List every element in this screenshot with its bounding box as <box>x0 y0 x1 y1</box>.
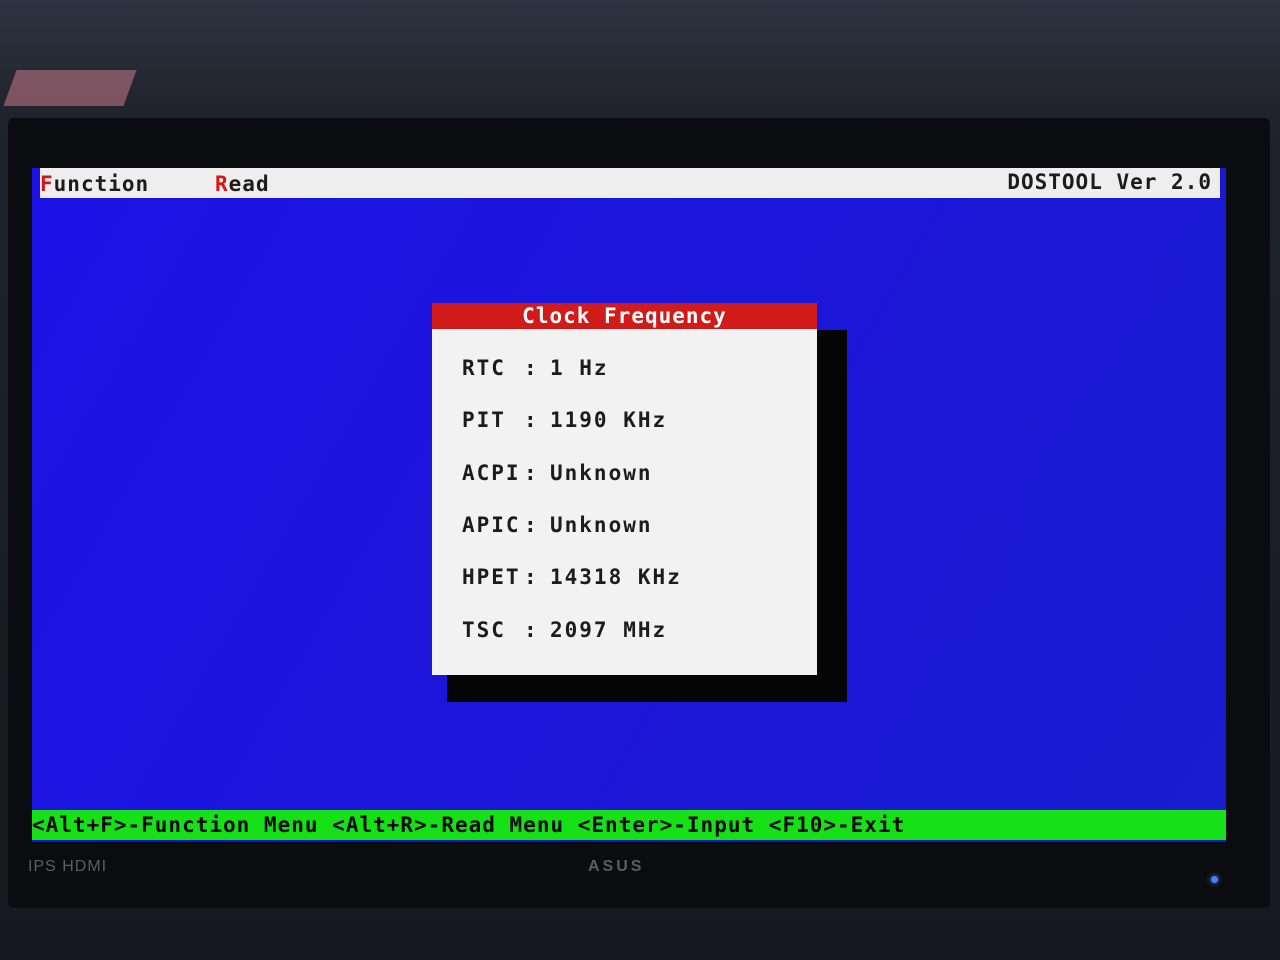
freq-row-pit: PIT:1190 KHz <box>462 408 667 432</box>
status-input[interactable]: <Enter>-Input <box>578 813 755 837</box>
status-read-menu[interactable]: <Alt+R>-Read Menu <box>332 813 564 837</box>
freq-value: Unknown <box>550 461 653 485</box>
freq-label: APIC <box>462 513 521 537</box>
freq-value: 14318 KHz <box>550 565 682 589</box>
ceiling-light <box>3 70 137 106</box>
freq-label: ACPI <box>462 461 521 485</box>
freq-label: RTC <box>462 356 506 380</box>
freq-row-acpi: ACPI: Unknown <box>462 461 653 485</box>
app-title: DOSTOOL Ver 2.0 <box>1007 170 1212 194</box>
freq-label: HPET <box>462 565 521 589</box>
freq-label: TSC <box>462 618 506 642</box>
menu-read-hotkey: R <box>215 172 229 196</box>
freq-value: 2097 MHz <box>550 618 668 642</box>
monitor-brand-logo: ASUS <box>588 858 645 875</box>
freq-value: 1190 KHz <box>550 408 668 432</box>
menu-function-hotkey: F <box>40 172 54 196</box>
bezel-ips-hdmi-label: IPS HDMI <box>28 858 108 875</box>
menu-function[interactable]: Function <box>40 172 149 196</box>
status-function-menu[interactable]: <Alt+F>-Function Menu <box>32 813 319 837</box>
freq-separator: : <box>524 513 539 537</box>
freq-row-rtc: RTC:1 Hz <box>462 356 609 380</box>
dialog-title: Clock Frequency <box>432 303 817 329</box>
freq-value: 1 Hz <box>550 356 609 380</box>
power-led-icon <box>1211 876 1218 883</box>
freq-separator: : <box>524 565 539 589</box>
menu-read-label: ead <box>228 172 270 196</box>
freq-label: PIT <box>462 408 506 432</box>
freq-separator: : <box>524 461 539 485</box>
dos-screen: Function Read DOSTOOL Ver 2.0 Clock Freq… <box>32 168 1226 842</box>
menu-read[interactable]: Read <box>215 172 270 196</box>
menu-bar: Function Read DOSTOOL Ver 2.0 <box>40 168 1220 198</box>
freq-row-hpet: HPET:14318 KHz <box>462 565 682 589</box>
freq-separator: : <box>524 408 539 432</box>
freq-row-tsc: TSC:2097 MHz <box>462 618 667 642</box>
clock-frequency-dialog: Clock Frequency RTC:1 Hz PIT:1190 KHz AC… <box>432 303 817 675</box>
status-exit[interactable]: <F10>-Exit <box>769 813 905 837</box>
freq-value: Unknown <box>550 513 653 537</box>
status-bar: <Alt+F>-Function Menu <Alt+R>-Read Menu … <box>32 810 1226 840</box>
freq-separator: : <box>524 356 539 380</box>
menu-function-label: unction <box>53 172 150 196</box>
freq-row-apic: APIC: Unknown <box>462 513 653 537</box>
freq-separator: : <box>524 618 539 642</box>
